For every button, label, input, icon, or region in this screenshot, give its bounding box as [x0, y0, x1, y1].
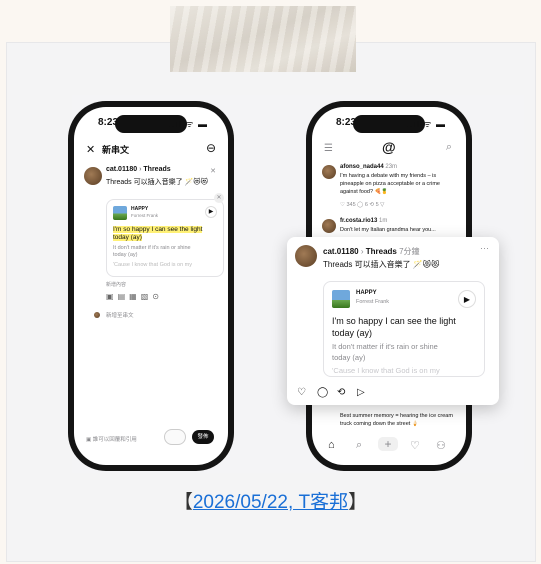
chevron-right-icon: › [139, 166, 142, 173]
play-button[interactable]: ▶ [205, 206, 217, 218]
lyric-line-4: today (ay) [113, 252, 138, 258]
status-time: 8:23 [336, 117, 357, 128]
threads-logo[interactable]: @ [382, 139, 396, 155]
lyric-line-1: I'm so happy I can see the light [113, 226, 203, 233]
like-icon[interactable]: ♡ [297, 387, 306, 398]
popup-community: Threads [365, 247, 397, 256]
popup-avatar [295, 245, 317, 267]
post1-line-1: I'm having a debate with my friends – is [340, 173, 437, 179]
username-text: cat.01180 [106, 166, 138, 173]
menu-icon[interactable]: ☰ [324, 143, 333, 154]
post1-stats[interactable]: ♡ 345 ◯ 6 ⟲ 5 ▽ [340, 202, 384, 208]
settings-icon: ▣ [86, 437, 92, 443]
lyric-line-5: 'Cause I know that God is on my [113, 262, 193, 268]
left-phone-screen: 8:23 ..ıl ᯤ ▬ ✕ 新串文 ⊖ cat.01180 › Thread… [74, 107, 228, 465]
meta-label: 新增內容 [106, 282, 127, 288]
popup-time: 7分鐘 [399, 247, 420, 256]
popup-more-icon[interactable]: ··· [480, 243, 489, 253]
avatar [84, 167, 102, 185]
popup-lyric-5: 'Cause I know that God is on my [332, 366, 440, 375]
small-avatar [94, 312, 100, 318]
post1-username: afonso_nada44 [340, 164, 384, 170]
compose-icon[interactable]: + [378, 437, 398, 451]
post3-line-2: truck coming down the street 🍦 [340, 421, 419, 427]
album-art [113, 206, 127, 220]
poll-icon[interactable]: ▧ [141, 292, 153, 301]
post1-time: 23m [385, 164, 398, 170]
bottom-nav: ⌂ ⌕ + ♡ ⚇ [312, 437, 466, 461]
search-nav-icon[interactable]: ⌕ [356, 439, 362, 452]
home-icon[interactable]: ⌂ [328, 439, 335, 451]
heart-icon[interactable]: ♡ [410, 439, 420, 452]
post1-line-3: against food? 🍕🍍 [340, 189, 389, 195]
remove-icon[interactable]: ✕ [210, 167, 216, 175]
more-options-icon[interactable]: ⊖ [206, 141, 216, 155]
status-icons: ..ıl ᯤ ▬ [406, 119, 446, 129]
lyric-highlight-line-2: today (ay) [113, 234, 142, 241]
popup-artist: Forrest Frank [356, 299, 390, 305]
popup-album-art [332, 290, 350, 308]
file-icon[interactable]: ▦ [129, 292, 141, 301]
song-title: HAPPY [131, 206, 149, 212]
reply-icon[interactable]: ◯ [317, 387, 328, 398]
lyric-line-3: It don't matter if it's rain or shine [113, 245, 191, 251]
gif-icon[interactable]: ▤ [118, 292, 130, 301]
lyric-line-2: today (ay) [113, 234, 142, 241]
post-text: Threads 可以插入音樂了 🪄😻😻 [106, 179, 208, 186]
post2-avatar [322, 219, 336, 233]
chevron-right-icon: › [360, 247, 364, 256]
status-time: 8:23 [98, 117, 119, 128]
image-icon[interactable]: ▣ [106, 292, 118, 301]
lyric-highlight-line: I'm so happy I can see the light [113, 226, 203, 233]
repost-icon[interactable]: ⟲ [337, 387, 345, 398]
remove-music-icon[interactable]: ✕ [214, 193, 224, 203]
popup-username: cat.01180 [323, 247, 359, 256]
masking-tape-decoration [170, 6, 356, 72]
popup-lyric-1: I'm so happy I can see the light [332, 316, 456, 326]
popup-post-text: Threads 可以插入音樂了 🪄😻😻 [323, 260, 440, 269]
search-icon[interactable]: ⌕ [446, 141, 452, 154]
caption-close-bracket: 】 [348, 492, 368, 513]
profile-icon[interactable]: ⚇ [436, 439, 446, 452]
reply-settings[interactable]: ▣ 誰可以回覆和引用 [86, 435, 137, 443]
post1-header: afonso_nada44 23m [340, 164, 397, 170]
popup-song-title: HAPPY [356, 290, 377, 296]
caption-open-bracket: 【 [173, 492, 193, 513]
popup-lyric-2: today (ay) [332, 328, 373, 338]
share-icon[interactable]: ▷ [357, 387, 365, 398]
post3-line-1: Best summer memory = hearing the ice cre… [340, 413, 453, 419]
community-name: Threads [143, 166, 171, 173]
post-button[interactable]: 發佈 [192, 430, 214, 444]
popup-actions: ♡ ◯ ⟲ ▷ [297, 387, 397, 401]
post2-username: fr.costa.rio13 [340, 218, 378, 224]
left-phone: 8:23 ..ıl ᯤ ▬ ✕ 新串文 ⊖ cat.01180 › Thread… [68, 101, 234, 471]
source-caption: 【2026/05/22, T客邦】 [0, 487, 541, 514]
username: cat.01180 › Threads [106, 166, 171, 173]
toggle-icon[interactable] [164, 429, 186, 445]
more-icon[interactable]: ⊙ [152, 292, 163, 301]
post2-time: 1m [379, 218, 388, 224]
attachment-toolbar: ▣▤▦▧⊙ [106, 292, 163, 301]
post1-line-2: pineapple on pizza acceptable or a crime [340, 181, 440, 187]
music-card: HAPPY Forrest Frank ▶ I'm so happy I can… [106, 199, 224, 277]
post1-avatar [322, 165, 336, 179]
post2-text: Don't let my Italian grandma hear you... [340, 227, 436, 233]
compose-title: 新串文 [102, 145, 130, 155]
artist-name: Forrest Frank [131, 213, 159, 218]
popup-lyric-4: today (ay) [332, 353, 366, 362]
popup-lyric-3: It don't matter if it's rain or shine [332, 342, 438, 351]
popup-play-button[interactable]: ▶ [458, 290, 476, 308]
close-icon[interactable]: ✕ [86, 143, 95, 156]
source-link[interactable]: 2026/05/22, T客邦 [193, 492, 348, 513]
reply-settings-label: 誰可以回覆和引用 [92, 437, 137, 443]
expanded-post-card[interactable]: cat.01180 › Threads 7分鐘 ··· Threads 可以插入… [287, 237, 499, 405]
popup-music-card[interactable]: HAPPY Forrest Frank ▶ I'm so happy I can… [323, 281, 485, 377]
popup-header: cat.01180 › Threads 7分鐘 [323, 246, 420, 257]
status-icons: ..ıl ᯤ ▬ [168, 119, 208, 129]
post2-header: fr.costa.rio13 1m [340, 218, 387, 224]
add-to-thread[interactable]: 新增至串文 [106, 311, 134, 319]
